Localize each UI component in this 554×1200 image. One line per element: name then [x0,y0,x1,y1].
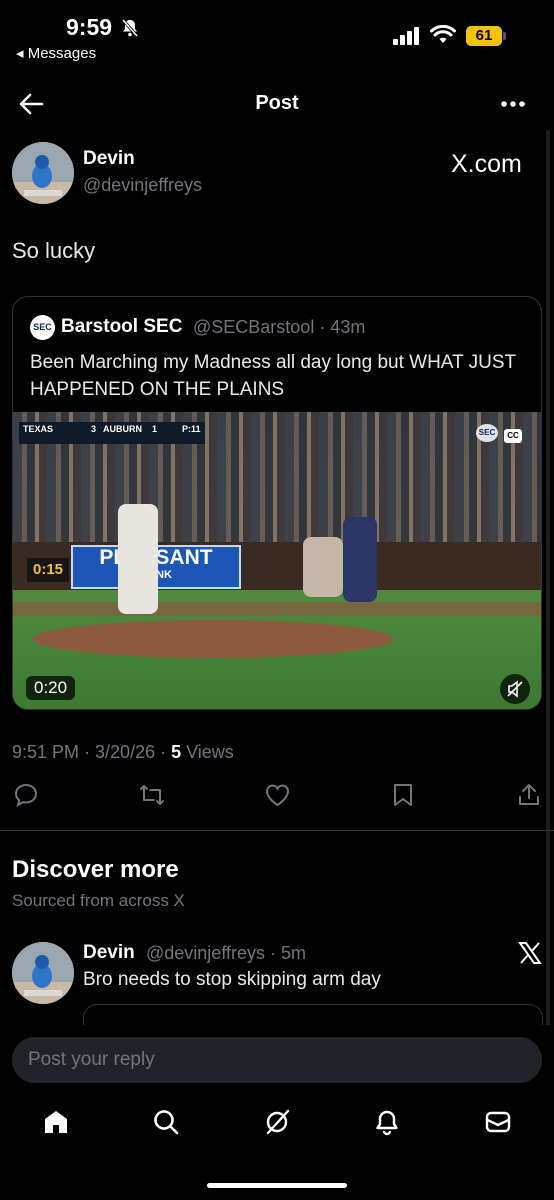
grok-icon[interactable] [263,1108,291,1136]
related-post-text: Bro needs to stop skipping arm day [83,969,381,990]
repost-icon[interactable] [138,782,166,808]
quote-author-handle[interactable]: @SECBarstool · 43m [193,317,365,338]
related-author-handle[interactable]: @devinjeffreys · 5m [146,943,306,964]
scrollbar[interactable] [546,130,550,1030]
x-logo-icon [518,942,542,964]
page-title: Post [255,92,299,114]
quote-author-name[interactable]: Barstool SEC [61,316,182,338]
avatar[interactable] [12,942,74,1004]
bell-slash-icon [120,18,140,38]
video-pitcher [118,504,158,614]
post-meta: 9:51 PM · 3/20/26 · 5 Views [12,742,234,763]
bookmark-icon[interactable] [391,782,415,808]
share-icon[interactable] [517,782,541,808]
reply-icon[interactable] [13,782,39,808]
author-handle[interactable]: @devinjeffreys [83,175,202,196]
notifications-icon[interactable] [373,1108,401,1136]
video-player[interactable]: PLEASANTBANK 0:15 TEXAS 3 AUBURN 1 P:11 … [13,412,541,709]
quoted-post-card[interactable]: SEC Barstool SEC @SECBarstool · 43m Been… [12,296,542,710]
video-shot-clock: 0:15 [27,558,69,582]
avatar[interactable] [12,142,74,204]
scorebug-inning: P:11 [182,424,201,434]
post-text: So lucky [12,238,96,263]
video-mound [33,620,393,658]
battery-indicator: 61 [466,26,502,46]
views-label: Views [181,742,234,762]
back-to-messages-link[interactable]: ◂ Messages [16,44,96,62]
scorebug-team2: AUBURN [103,424,142,434]
more-icon[interactable] [500,100,526,108]
discover-subtitle: Sourced from across X [12,891,185,910]
battery-nub [503,32,506,40]
x-com-logo: X.com [451,150,522,178]
closed-captions-button[interactable]: CC [504,429,522,443]
video-sec-bug: SEC [476,424,498,442]
views-count: 5 [171,742,182,762]
video-duration: 0:20 [26,676,76,700]
scorebug-score2: 1 [152,424,158,434]
wifi-icon [430,25,456,45]
signal-icon [393,27,421,45]
tab-bar [0,1100,554,1150]
scorebug-score1: 3 [91,424,97,434]
back-app-label: Messages [27,45,97,62]
home-icon[interactable] [42,1108,70,1136]
post-actions [0,782,554,812]
home-indicator[interactable] [207,1183,347,1188]
author-name[interactable]: Devin [83,148,135,170]
status-time: 9:59 [66,14,113,40]
video-batter [343,517,377,602]
related-author-name[interactable]: Devin [83,942,135,964]
quote-avatar[interactable]: SEC [30,315,55,340]
reply-input[interactable]: Post your reply [12,1037,542,1083]
messages-icon[interactable] [484,1108,512,1136]
video-catcher [303,537,343,597]
post-timestamp: 9:51 PM · 3/20/26 · [12,742,172,762]
discover-title: Discover more [12,856,179,883]
scorebug-team1: TEXAS [23,424,54,434]
mute-icon[interactable] [500,674,530,704]
search-icon[interactable] [152,1108,180,1136]
divider [0,830,554,831]
video-dirt [13,602,541,616]
video-scorebug: TEXAS 3 AUBURN 1 P:11 [19,422,205,444]
quote-text: Been Marching my Madness all day long bu… [30,352,516,400]
like-icon[interactable] [264,782,291,808]
